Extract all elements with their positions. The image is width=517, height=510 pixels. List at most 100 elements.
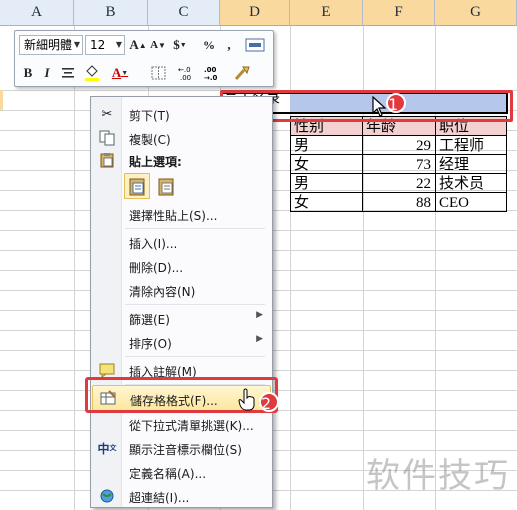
font-color-label: A <box>111 65 122 80</box>
submenu-arrow-icon: ▶ <box>256 310 263 320</box>
svg-text:.00: .00 <box>204 66 217 74</box>
paste-option-values[interactable] <box>153 173 179 199</box>
table-cell-age[interactable]: 73 <box>362 154 436 174</box>
table-cell-gender[interactable]: 女 <box>290 192 363 212</box>
dropdown-arrow-icon: ▼ <box>73 40 80 49</box>
mini-toolbar: 新細明體 ▼ 12 ▼ A ▲ A ▼ $ ▼ % , B I A ▼ ←.0.00 .… <box>14 30 274 87</box>
menu-item-label: 貼上選項: <box>129 155 182 169</box>
hand-pointer-icon <box>238 388 255 411</box>
table-cell-age[interactable]: 29 <box>362 135 436 155</box>
menu-item-label: 清除內容(N) <box>129 285 196 299</box>
font-size-value: 12 <box>90 38 106 52</box>
merge-cells-icon <box>245 38 265 52</box>
table-cell-position[interactable]: 经理 <box>435 154 507 174</box>
font-name-select[interactable]: 新細明體 ▼ <box>19 35 83 55</box>
clipboard-icon <box>98 151 116 169</box>
menu-item-label: 排序(O) <box>129 337 172 351</box>
paste-icon <box>129 178 145 196</box>
currency-button[interactable]: $ ▼ <box>171 35 189 55</box>
column-header-label: F <box>394 4 403 20</box>
table-cell-age[interactable]: 88 <box>362 192 436 212</box>
shrink-font-button[interactable]: A ▼ <box>149 35 167 55</box>
menu-item-copy[interactable]: 複製(C) <box>92 127 271 149</box>
increase-decimal-icon: ←.0.00 <box>178 66 191 81</box>
column-header-label: B <box>105 4 116 20</box>
mouse-pointer-icon <box>372 96 387 117</box>
table-cell-position[interactable]: 技术员 <box>435 173 507 193</box>
submenu-arrow-icon: ▶ <box>256 334 263 344</box>
grow-font-label: A <box>129 37 139 52</box>
align-center-button[interactable] <box>59 63 77 83</box>
menu-item-label: 選擇性貼上(S)... <box>129 209 218 223</box>
table-cell-age[interactable]: 22 <box>362 173 436 193</box>
scissors-icon: ✂ <box>101 106 113 122</box>
menu-item-label: 定義名稱(A)... <box>129 467 207 481</box>
menu-item-clear-contents[interactable]: 清除內容(N) <box>92 279 271 301</box>
table-cell-position[interactable]: 工程师 <box>435 135 507 155</box>
menu-item-label: 剪下(T) <box>129 109 170 123</box>
increase-decimal-button[interactable]: ←.0.00 <box>177 63 201 83</box>
menu-item-label: 超連結(I)... <box>129 491 190 505</box>
menu-separator <box>125 228 265 229</box>
column-header-a[interactable]: A <box>0 0 74 26</box>
borders-button[interactable] <box>147 63 171 83</box>
font-size-select[interactable]: 12 ▼ <box>85 35 125 55</box>
menu-item-show-phonetic[interactable]: 中文 顯示注音標示欄位(S) <box>92 437 271 459</box>
menu-item-label: 篩選(E) <box>129 313 170 327</box>
menu-item-sort[interactable]: 排序(O) ▶ <box>92 331 271 353</box>
align-center-icon <box>62 68 74 78</box>
menu-item-filter[interactable]: 篩選(E) ▶ <box>92 307 271 329</box>
svg-text:←.0: ←.0 <box>178 66 191 74</box>
percent-button[interactable]: % <box>201 35 217 55</box>
column-header-f[interactable]: F <box>363 0 435 26</box>
menu-heading-paste-options: 貼上選項: <box>92 149 271 171</box>
menu-item-cut[interactable]: ✂ 剪下(T) <box>92 103 271 125</box>
menu-separator <box>125 304 265 305</box>
column-header-c[interactable]: C <box>148 0 220 26</box>
menu-item-pick-from-list[interactable]: 從下拉式清單挑選(K)... <box>92 413 271 435</box>
dropdown-arrow-icon: ▼ <box>115 40 122 49</box>
paste-values-icon <box>158 178 174 196</box>
column-header-label: D <box>249 4 260 20</box>
table-cell-position[interactable]: CEO <box>435 192 507 212</box>
column-header-g[interactable]: G <box>435 0 517 26</box>
menu-item-paste-special[interactable]: 選擇性貼上(S)... <box>92 203 271 225</box>
format-painter-button[interactable] <box>231 63 253 83</box>
bold-button[interactable]: B <box>19 63 37 83</box>
table-cell-gender[interactable]: 男 <box>290 135 363 155</box>
hyperlink-icon <box>98 487 116 505</box>
copy-icon <box>98 129 116 147</box>
menu-separator <box>125 356 265 357</box>
svg-text:→.0: →.0 <box>204 74 218 81</box>
column-header-label: E <box>321 4 331 20</box>
menu-item-label: 刪除(D)... <box>129 261 184 275</box>
grow-font-button[interactable]: A ▲ <box>129 35 147 55</box>
italic-button[interactable]: I <box>39 63 55 83</box>
menu-item-label: 顯示注音標示欄位(S) <box>129 443 242 457</box>
column-header-d[interactable]: D <box>220 0 290 26</box>
font-color-button[interactable]: A ▼ <box>109 63 131 83</box>
row-header-selected[interactable] <box>0 90 3 110</box>
menu-item-define-name[interactable]: 定義名稱(A)... <box>92 461 271 483</box>
menu-item-hyperlink[interactable]: 超連結(I)... <box>92 485 271 507</box>
border-icon <box>151 66 166 80</box>
menu-item-delete[interactable]: 刪除(D)... <box>92 255 271 277</box>
column-header-e[interactable]: E <box>290 0 363 26</box>
column-header-label: G <box>470 4 481 20</box>
callout-badge-step1: 1 <box>386 93 406 114</box>
comma-button[interactable]: , <box>221 35 237 55</box>
table-cell-gender[interactable]: 女 <box>290 154 363 174</box>
paint-bucket-icon <box>85 65 99 81</box>
menu-item-label: 複製(C) <box>129 133 171 147</box>
decrease-decimal-button[interactable]: .00 →.0 <box>203 63 227 83</box>
column-header-b[interactable]: B <box>74 0 148 26</box>
fill-color-button[interactable] <box>81 63 105 83</box>
format-painter-icon <box>234 66 250 80</box>
menu-item-insert[interactable]: 插入(I)... <box>92 231 271 253</box>
column-header-label: A <box>31 4 42 20</box>
font-name-value: 新細明體 <box>24 38 73 52</box>
menu-item-label: 插入(I)... <box>129 237 178 251</box>
table-cell-gender[interactable]: 男 <box>290 173 363 193</box>
paste-option-all[interactable] <box>124 173 150 199</box>
merge-center-button[interactable] <box>243 35 267 55</box>
